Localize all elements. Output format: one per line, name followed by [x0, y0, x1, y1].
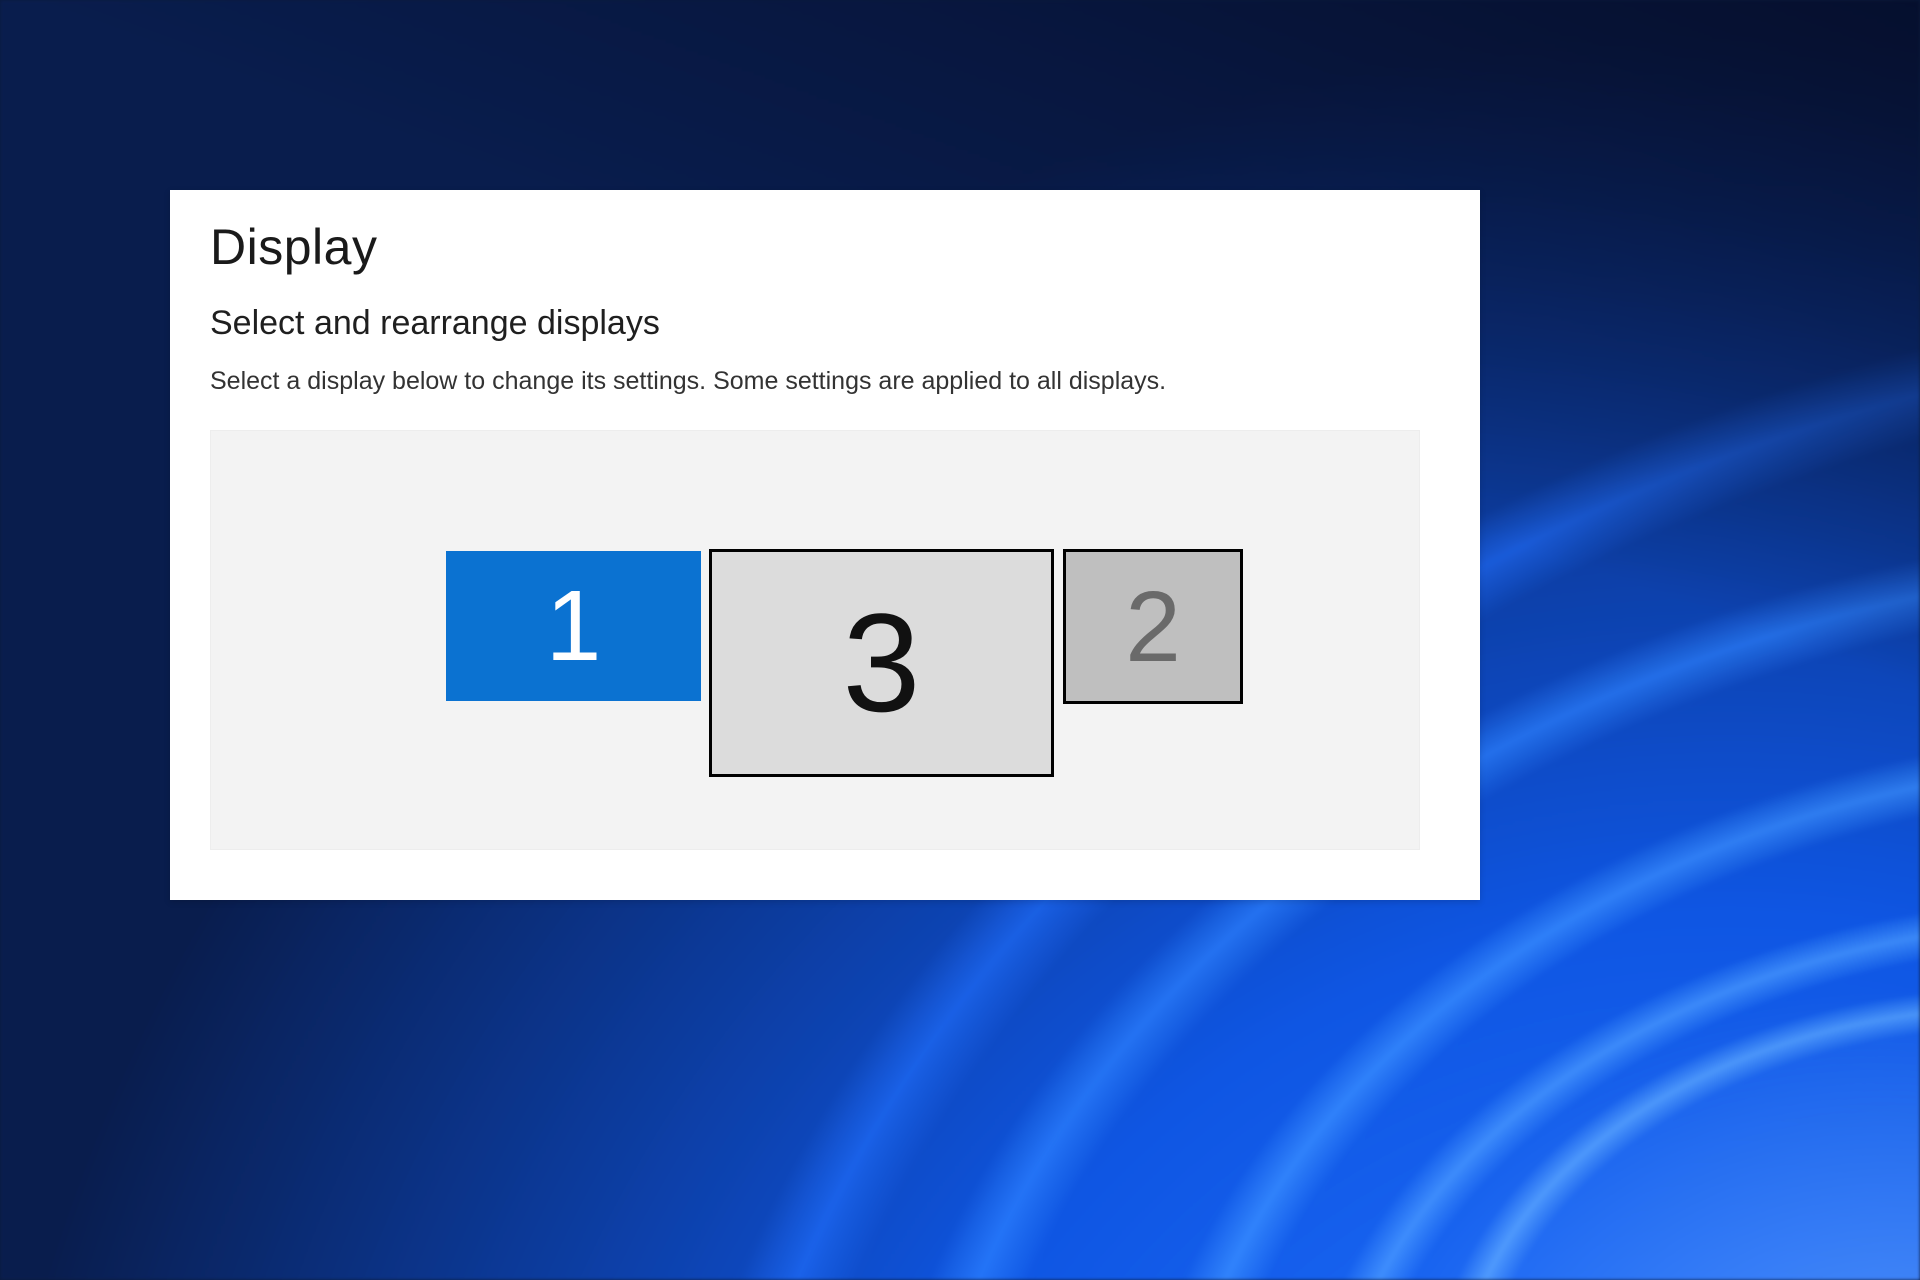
section-title-rearrange: Select and rearrange displays: [210, 304, 1440, 343]
display-settings-panel: Display Select and rearrange displays Se…: [170, 190, 1480, 900]
monitor-1[interactable]: 1: [446, 551, 701, 701]
monitor-2-label: 2: [1125, 577, 1181, 677]
page-title: Display: [210, 218, 1440, 276]
monitor-3[interactable]: 3: [709, 549, 1054, 777]
monitor-2[interactable]: 2: [1063, 549, 1243, 704]
helper-text: Select a display below to change its set…: [210, 367, 1440, 396]
monitor-3-label: 3: [843, 593, 921, 733]
display-arrangement-canvas[interactable]: 1 3 2: [210, 430, 1420, 850]
monitor-1-label: 1: [546, 576, 602, 676]
